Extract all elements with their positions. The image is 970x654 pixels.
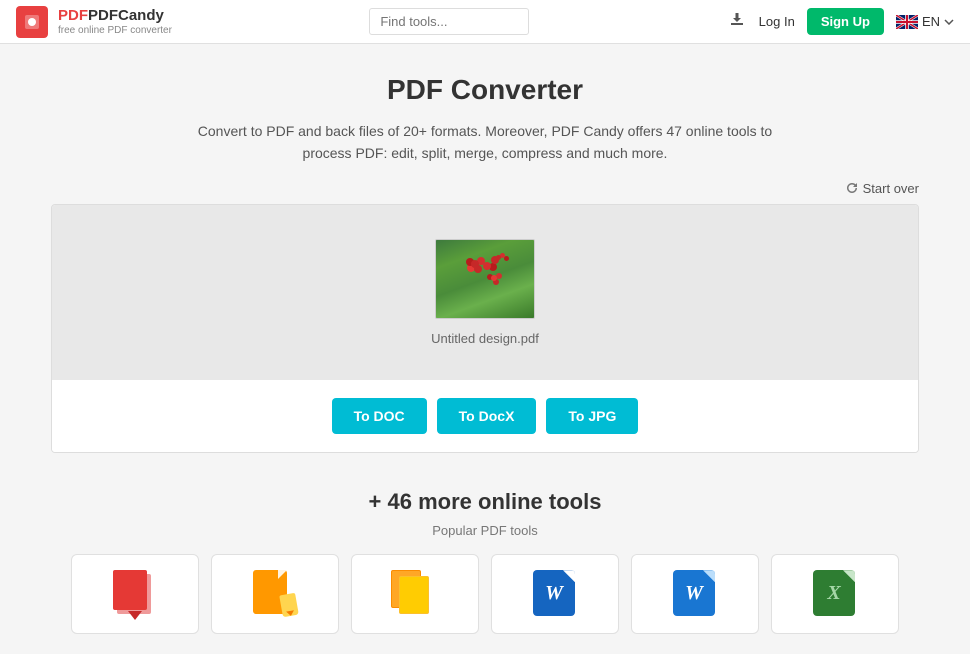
to-jpg-button[interactable]: To JPG <box>546 398 638 434</box>
language-selector[interactable]: EN <box>896 14 954 29</box>
main-content: PDF Converter Convert to PDF and back fi… <box>35 44 935 654</box>
logo-tagline: free online PDF converter <box>58 25 172 37</box>
tool-card-pdf-to-excel[interactable]: X <box>771 554 899 634</box>
header-left: PDFPDFCandy free online PDF converter <box>16 6 172 38</box>
pdf-to-doc-icon <box>113 570 157 618</box>
search-input[interactable] <box>369 8 529 35</box>
login-button[interactable]: Log In <box>759 14 795 29</box>
lang-code: EN <box>922 14 940 29</box>
edit-pdf-icon <box>253 570 297 618</box>
logo-brand: PDFPDFCandy <box>58 7 172 25</box>
pdf-to-excel-icon: X <box>813 570 857 618</box>
refresh-icon <box>845 181 859 195</box>
logo-text: PDFPDFCandy free online PDF converter <box>58 7 172 37</box>
tools-grid: W W X <box>51 554 919 634</box>
converter-box: Untitled design.pdf To DOC To DocX To JP… <box>51 204 919 453</box>
header-search[interactable] <box>369 8 529 35</box>
tool-card-merge-pdf[interactable] <box>351 554 479 634</box>
start-over-bar: Start over <box>51 181 919 199</box>
more-tools-title: + 46 more online tools <box>51 489 919 515</box>
thumbnail-image <box>436 240 534 318</box>
page-title: PDF Converter <box>51 74 919 106</box>
header-right: Log In Sign Up EN <box>727 8 954 35</box>
pdf-to-word-icon: W <box>533 570 577 618</box>
tool-card-pdf-to-word[interactable]: W <box>491 554 619 634</box>
flag-icon <box>896 15 918 29</box>
download-icon[interactable] <box>727 9 747 34</box>
page-subtitle: Convert to PDF and back files of 20+ for… <box>185 120 785 165</box>
popular-label: Popular PDF tools <box>51 523 919 538</box>
actions-row: To DOC To DocX To JPG <box>52 380 918 452</box>
tool-card-pdf-to-doc[interactable] <box>71 554 199 634</box>
word-to-pdf-icon: W <box>673 570 717 618</box>
tool-card-word-to-pdf[interactable]: W <box>631 554 759 634</box>
to-doc-button[interactable]: To DOC <box>332 398 427 434</box>
to-docx-button[interactable]: To DocX <box>437 398 537 434</box>
header: PDFPDFCandy free online PDF converter Lo… <box>0 0 970 44</box>
logo-icon <box>16 6 48 38</box>
start-over-label: Start over <box>863 181 919 196</box>
chevron-down-icon <box>944 19 954 25</box>
signup-button[interactable]: Sign Up <box>807 8 884 35</box>
start-over-link[interactable]: Start over <box>845 181 919 196</box>
merge-pdf-icon <box>391 570 439 618</box>
drop-area: Untitled design.pdf <box>52 205 918 380</box>
tool-card-edit-pdf[interactable] <box>211 554 339 634</box>
more-tools-section: + 46 more online tools Popular PDF tools <box>51 489 919 634</box>
pdf-thumbnail <box>435 239 535 319</box>
filename: Untitled design.pdf <box>431 331 539 346</box>
